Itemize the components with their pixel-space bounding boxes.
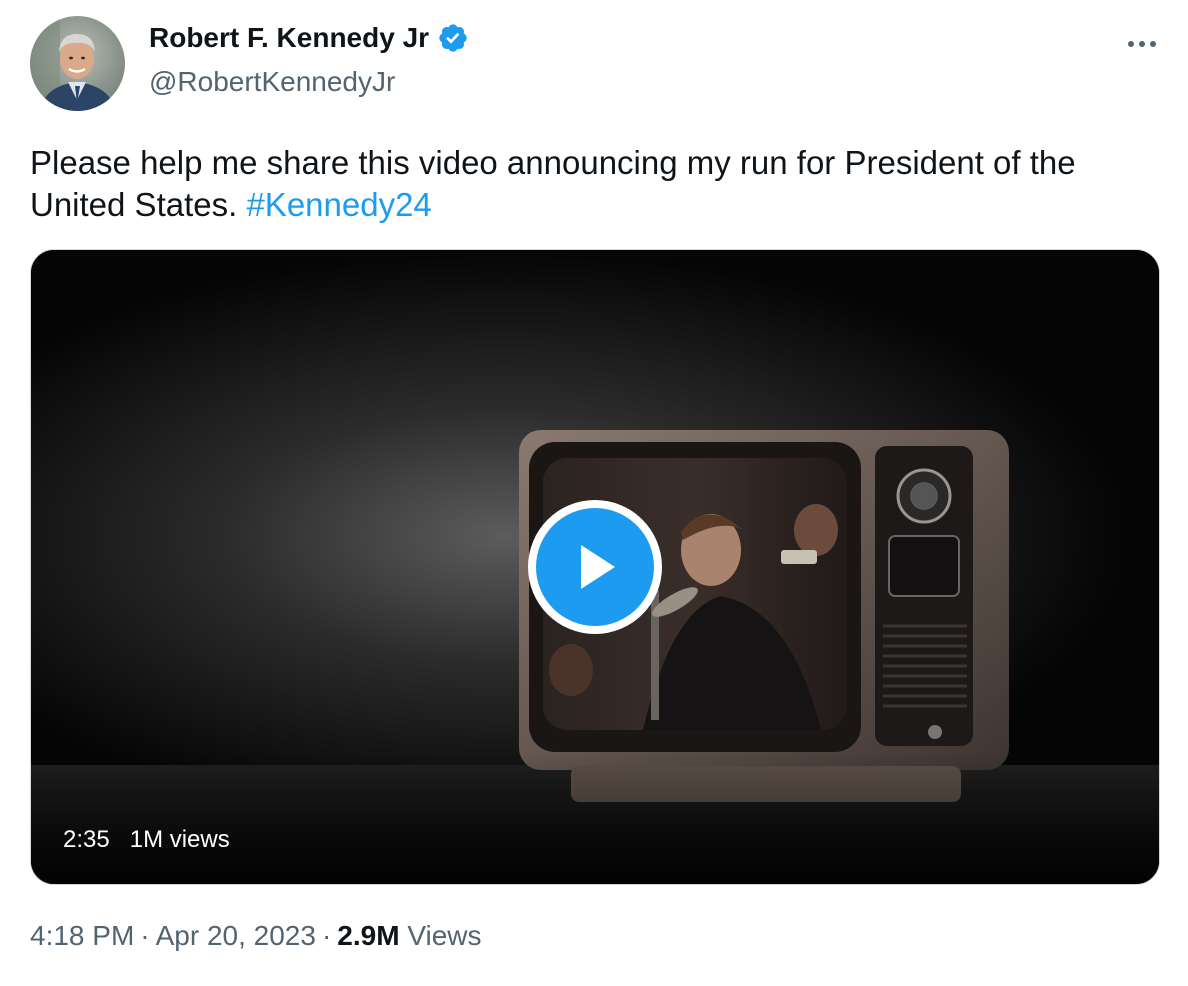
- author-name-row[interactable]: Robert F. Kennedy Jr: [149, 22, 469, 54]
- tweet-text: Please help me share this video announci…: [30, 142, 1160, 226]
- author-display-name[interactable]: Robert F. Kennedy Jr: [149, 22, 429, 54]
- tweet-time[interactable]: 4:18 PM: [30, 920, 134, 952]
- tweet-views-label: Views: [407, 920, 482, 951]
- hashtag-link[interactable]: #Kennedy24: [246, 186, 431, 223]
- play-button[interactable]: [528, 500, 662, 634]
- video-player[interactable]: 2:35 1M views: [30, 249, 1160, 885]
- video-duration: 2:35: [63, 826, 110, 853]
- verified-badge-icon: [437, 22, 469, 54]
- avatar-image: [30, 16, 125, 111]
- author-handle[interactable]: @RobertKennedyJr: [149, 66, 395, 98]
- footer-separator: ·: [140, 920, 150, 951]
- tweet-views-count[interactable]: 2.9M: [337, 920, 399, 952]
- avatar[interactable]: [30, 16, 125, 111]
- tweet-body: Please help me share this video announci…: [30, 144, 1076, 223]
- more-options-icon[interactable]: [1122, 24, 1162, 64]
- footer-separator-2: ·: [321, 920, 332, 951]
- tweet-footer: 4:18 PM · Apr 20, 2023 · 2.9M Views: [30, 920, 482, 952]
- tweet-date[interactable]: Apr 20, 2023: [156, 920, 316, 952]
- play-icon: [536, 508, 654, 626]
- video-meta: 2:35 1M views: [63, 826, 230, 854]
- video-views: 1M views: [129, 826, 230, 853]
